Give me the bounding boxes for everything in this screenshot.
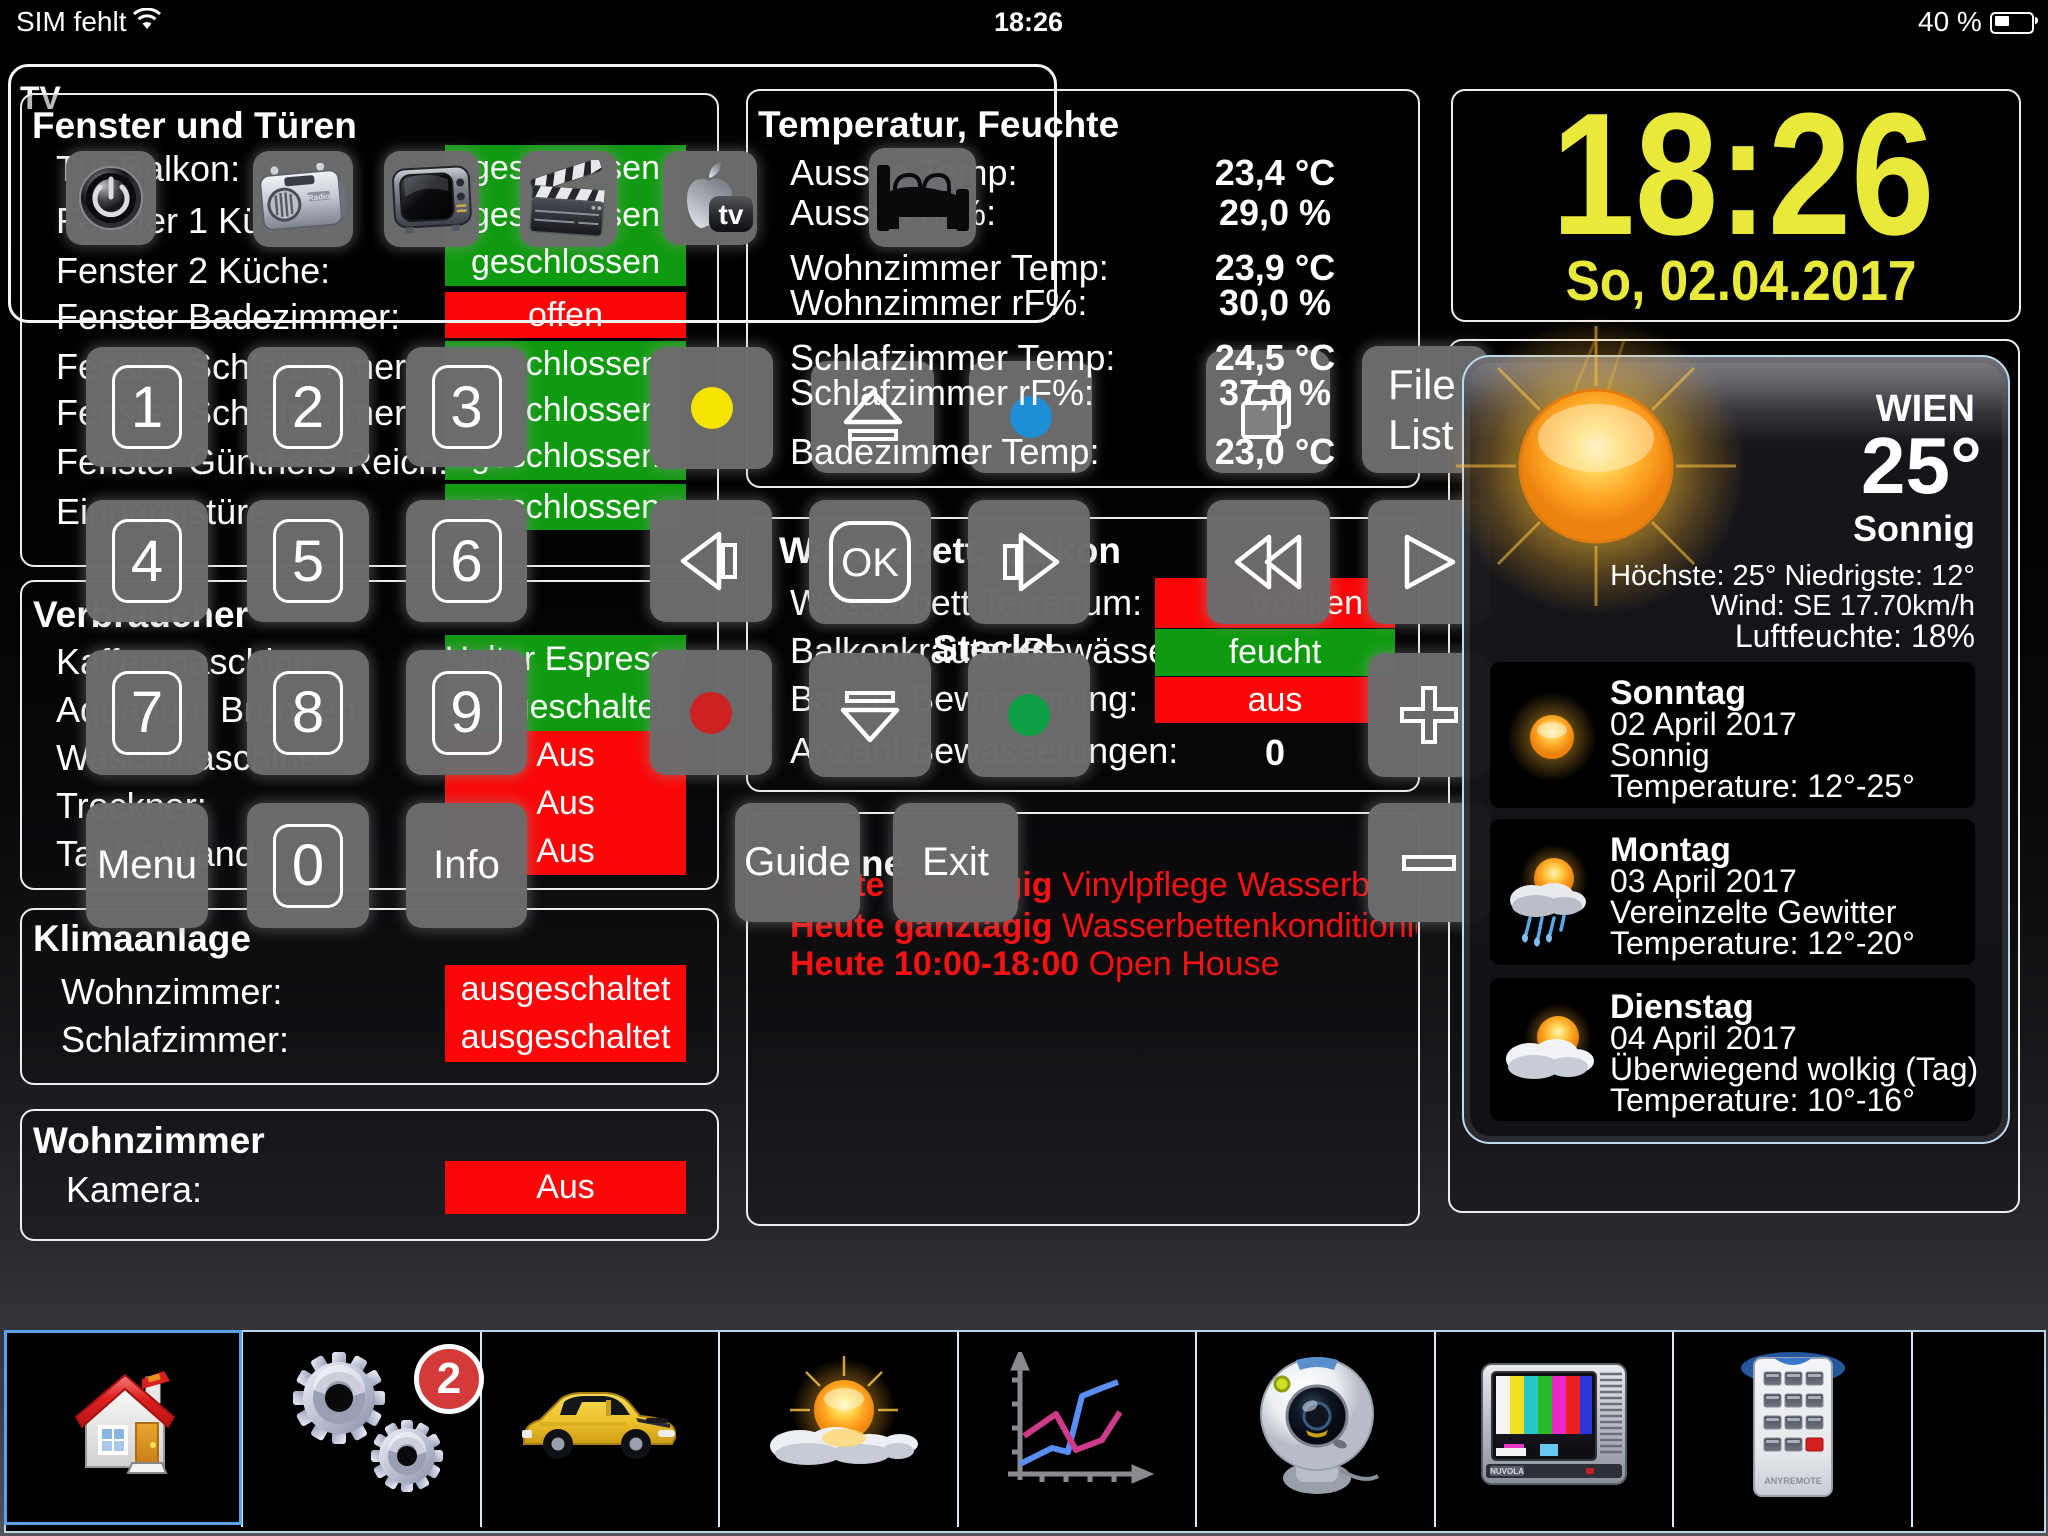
svg-text:ANYREMOTE: ANYREMOTE [1764,1476,1822,1486]
svg-text:OK: OK [841,541,899,585]
svg-text:NUVOLA: NUVOLA [1490,1467,1524,1476]
svg-text:tv: tv [719,199,744,230]
